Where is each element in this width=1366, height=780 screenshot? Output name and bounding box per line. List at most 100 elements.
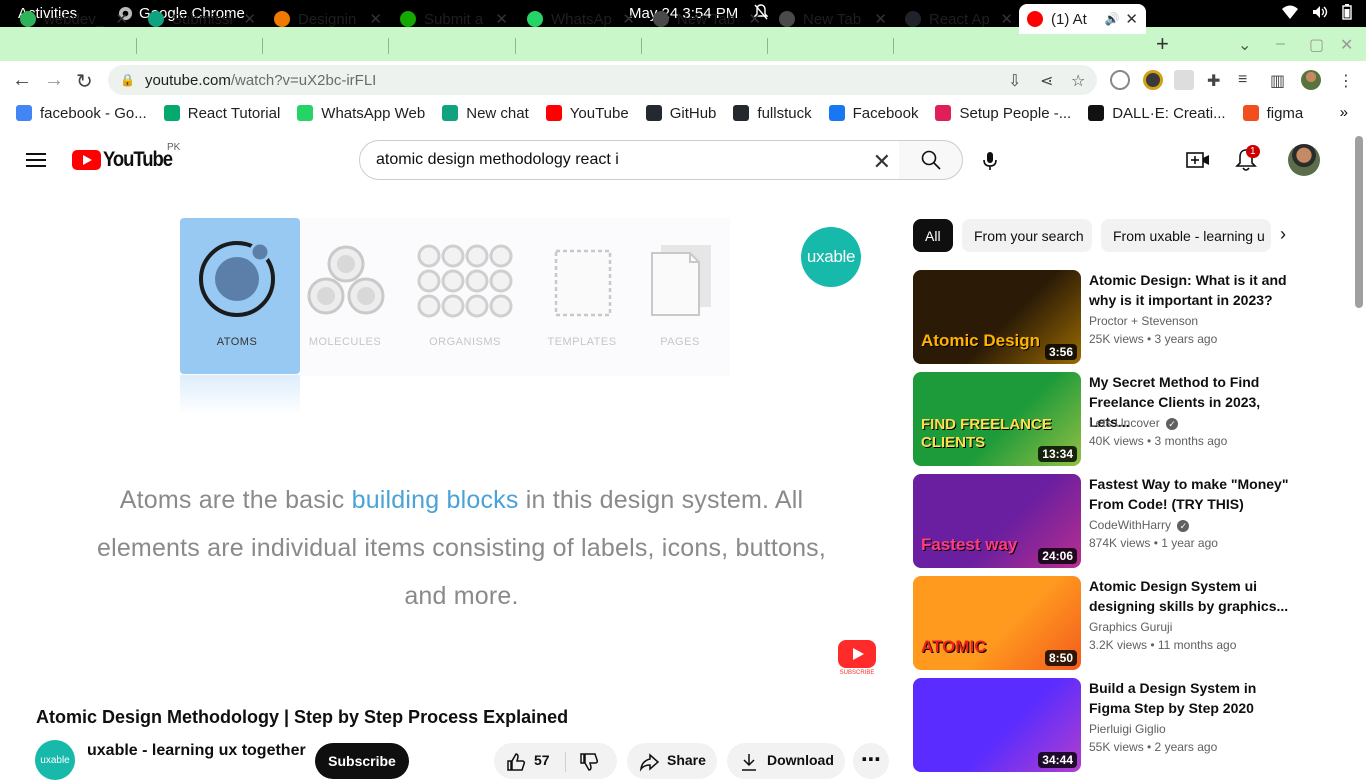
chips-next-chevron-icon[interactable]: › — [1280, 224, 1286, 245]
bookmarks-overflow-button[interactable]: » — [1340, 104, 1348, 121]
channel-name[interactable]: uxable - learning ux together — [87, 742, 306, 760]
video-title[interactable]: Build a Design System in Figma Step by S… — [1089, 678, 1299, 718]
video-thumbnail[interactable]: Atomic Design 3:56 — [913, 270, 1081, 364]
channel-name[interactable]: Pierluigi Giglio — [1089, 722, 1166, 736]
profile-avatar[interactable] — [1301, 70, 1321, 90]
account-avatar[interactable] — [1288, 144, 1320, 176]
bookmark-item[interactable]: facebook - Go... — [16, 105, 147, 122]
subscribe-button[interactable]: Subscribe — [315, 743, 409, 779]
recommended-video[interactable]: ATOMIC 8:50 Atomic Design System ui design… — [913, 576, 1333, 670]
tab-close-icon[interactable]: ✕ — [369, 10, 382, 28]
browser-tab[interactable]: New Tab ✕ — [645, 4, 769, 34]
subscribe-watermark[interactable]: SUBSCRIBE — [837, 640, 877, 676]
tab-close-icon[interactable]: ✕ — [115, 10, 128, 28]
bookmark-item[interactable]: figma — [1242, 105, 1303, 122]
like-button[interactable]: 57 — [494, 752, 566, 772]
qr-extension-icon[interactable] — [1174, 70, 1194, 90]
bookmark-star-icon[interactable]: ☆ — [1071, 71, 1085, 91]
lock-icon[interactable]: 🔒 — [120, 73, 135, 87]
channel-name[interactable]: CodeWithHarry ✓ — [1089, 518, 1190, 532]
tab-close-icon[interactable]: ✕ — [874, 10, 887, 28]
side-panel-icon[interactable]: ▥ — [1270, 71, 1285, 91]
bookmark-item[interactable]: Facebook — [828, 105, 918, 122]
browser-tab[interactable]: Submit a ✕ — [392, 4, 516, 34]
browser-tab[interactable]: webdev_ ✕ — [12, 4, 136, 34]
filter-chip[interactable]: All — [913, 219, 953, 252]
recommended-video[interactable]: Atomic Design 3:56 Atomic Design: What is … — [913, 270, 1333, 364]
download-button[interactable]: Download — [727, 743, 845, 779]
hamburger-menu-icon[interactable] — [26, 153, 46, 167]
tab-search-chevron-icon[interactable]: ⌄ — [1238, 35, 1251, 55]
search-box[interactable]: ✕ — [359, 140, 900, 180]
video-title[interactable]: Fastest Way to make "Money" From Code! (… — [1089, 474, 1299, 514]
more-actions-button[interactable]: ⋯ — [853, 743, 889, 779]
video-duration: 3:56 — [1044, 344, 1077, 360]
browser-tab[interactable]: Submissi ✕ — [140, 4, 264, 34]
bookmark-item[interactable]: fullstuck — [733, 105, 812, 122]
extension-icon[interactable] — [1143, 70, 1163, 90]
filter-chip[interactable]: From your search — [962, 219, 1092, 252]
bookmark-item[interactable]: New chat — [442, 105, 529, 122]
video-title[interactable]: Atomic Design System ui designing skills… — [1089, 576, 1299, 616]
notifications-bell-icon[interactable]: 1 — [1235, 145, 1260, 177]
browser-tab[interactable]: (1) At 🔊 ✕ — [1019, 4, 1146, 34]
channel-name[interactable]: Lets Uncover ✓ — [1089, 416, 1179, 430]
recommended-video[interactable]: FIND FREELANCE CLIENTS 13:34 My Secret Met… — [913, 372, 1333, 466]
video-player[interactable]: ATOMS MOLECULES ORGANISMS TEMPLATES PAGES ux… — [24, 191, 889, 686]
tab-close-icon[interactable]: ✕ — [1125, 10, 1138, 28]
channel-name[interactable]: Proctor + Stevenson — [1089, 314, 1198, 328]
tab-close-icon[interactable]: ✕ — [1000, 10, 1013, 28]
channel-name[interactable]: Graphics Guruji — [1089, 620, 1172, 634]
new-tab-button[interactable]: + — [1156, 31, 1169, 57]
address-bar[interactable]: 🔒 youtube.com/watch?v=uX2bc-irFLI — [108, 65, 1097, 95]
voice-search-mic-icon[interactable] — [982, 151, 998, 176]
channel-avatar[interactable]: uxable — [35, 740, 75, 780]
extensions-puzzle-icon[interactable]: ✚ — [1207, 71, 1220, 91]
slack-icon — [935, 105, 952, 121]
system-tray[interactable] — [1282, 4, 1352, 20]
tab-close-icon[interactable]: ✕ — [748, 10, 761, 28]
bookmark-item[interactable]: DALL·E: Creati... — [1088, 105, 1226, 122]
tab-separator — [515, 38, 516, 54]
media-queue-icon[interactable]: ≡ — [1238, 71, 1247, 89]
recommended-video[interactable]: Fastest way 24:06 Fastest Way to make "Mon… — [913, 474, 1333, 568]
extension-loading-icon[interactable] — [1110, 70, 1130, 90]
back-button[interactable]: ← — [12, 69, 32, 92]
browser-tab[interactable]: Designin ✕ — [266, 4, 390, 34]
video-thumbnail[interactable]: 34:44 — [913, 678, 1081, 772]
clear-search-icon[interactable]: ✕ — [873, 149, 891, 175]
video-thumbnail[interactable]: Fastest way 24:06 — [913, 474, 1081, 568]
dislike-button[interactable] — [566, 752, 599, 775]
close-window-button[interactable]: ✕ — [1340, 35, 1353, 55]
recommended-video[interactable]: 34:44 Build a Design System in Figma Step… — [913, 678, 1333, 772]
share-page-icon[interactable]: ⋖ — [1040, 71, 1053, 91]
minimize-button[interactable]: – — [1276, 35, 1285, 53]
browser-tab[interactable]: New Tab ✕ — [771, 4, 895, 34]
youtube-logo[interactable]: YouTube PK — [72, 142, 181, 172]
video-title[interactable]: Atomic Design: What is it and why is it … — [1089, 270, 1299, 310]
maximize-button[interactable]: ▢ — [1309, 35, 1324, 55]
search-button[interactable] — [899, 140, 963, 180]
reload-button[interactable]: ↻ — [76, 69, 93, 94]
video-thumbnail[interactable]: FIND FREELANCE CLIENTS 13:34 — [913, 372, 1081, 466]
forward-button[interactable]: → — [44, 69, 64, 92]
search-input[interactable] — [376, 151, 856, 169]
chrome-menu-icon[interactable]: ⋮ — [1338, 71, 1354, 91]
bookmark-item[interactable]: Setup People -... — [935, 105, 1071, 122]
share-button[interactable]: Share — [627, 743, 717, 779]
bookmark-item[interactable]: WhatsApp Web — [297, 105, 425, 122]
browser-tab[interactable]: React Ap ✕ — [897, 4, 1021, 34]
browser-tab[interactable]: WhatsAp ✕ — [519, 4, 643, 34]
tab-close-icon[interactable]: ✕ — [243, 10, 256, 28]
create-video-icon[interactable] — [1186, 151, 1210, 174]
install-app-icon[interactable]: ⇩ — [1008, 71, 1021, 91]
tab-audio-icon[interactable]: 🔊 — [1104, 12, 1119, 26]
filter-chip[interactable]: From uxable - learning u — [1101, 219, 1271, 252]
bookmark-item[interactable]: React Tutorial — [163, 105, 280, 122]
bookmark-item[interactable]: YouTube — [545, 105, 629, 122]
page-scrollbar-thumb[interactable] — [1355, 136, 1363, 308]
tab-close-icon[interactable]: ✕ — [622, 10, 635, 28]
bookmark-item[interactable]: GitHub — [645, 105, 716, 122]
tab-close-icon[interactable]: ✕ — [495, 10, 508, 28]
video-thumbnail[interactable]: ATOMIC 8:50 — [913, 576, 1081, 670]
